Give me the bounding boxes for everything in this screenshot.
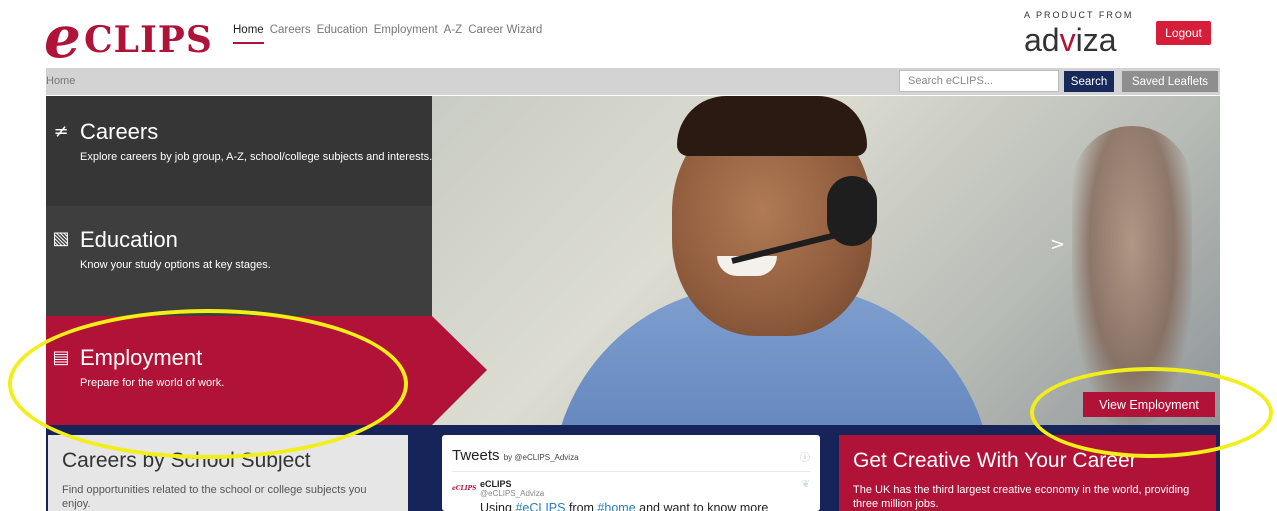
get-creative-card[interactable]: Get Creative With Your Career The UK has… [839, 435, 1216, 511]
info-icon[interactable]: ⓘ [800, 449, 810, 464]
tweets-widget: Tweets by @eCLIPS_Adviza ⓘ eCLIPS eCLIPS… [442, 435, 820, 511]
book-icon: ▧ [52, 228, 70, 249]
breadcrumb-home[interactable]: Home [46, 75, 75, 87]
logo-mark: e [44, 3, 81, 71]
signpost-icon: ≠ [53, 121, 69, 142]
breadcrumb-bar: Home Search Saved Leaflets [46, 68, 1220, 95]
tweet-hashtag-home[interactable]: #home [597, 501, 635, 511]
tweet-avatar[interactable]: eCLIPS [452, 485, 476, 492]
eclips-logo[interactable]: e CLIPS [44, 3, 224, 71]
tweets-header: Tweets by @eCLIPS_Adviza [452, 447, 579, 464]
tweet-text: Using #eCLIPS from #home and want to kno… [480, 501, 768, 511]
hero-carousel: > ≠ Careers Explore careers by job group… [46, 96, 1220, 425]
panel-employment-desc: Prepare for the world of work. [80, 377, 225, 389]
page: e CLIPS Home Careers Education Employmen… [0, 0, 1277, 511]
logo-text: CLIPS [84, 19, 213, 61]
nav-a-z[interactable]: A-Z [444, 24, 463, 44]
view-employment-button[interactable]: View Employment [1083, 392, 1215, 417]
tweet-author-handle[interactable]: @eCLIPS_Adviza [480, 489, 544, 498]
tweets-divider [452, 471, 810, 472]
tweet-text-pre: Using [480, 501, 516, 511]
panel-education-desc: Know your study options at key stages. [80, 259, 271, 271]
nav-career-wizard[interactable]: Career Wizard [468, 24, 542, 44]
tweet-hashtag-eclips[interactable]: #eCLIPS [515, 501, 565, 511]
tweet-text-mid: from [565, 501, 598, 511]
search-button[interactable]: Search [1064, 71, 1114, 92]
hero-panel-careers[interactable]: ≠ Careers Explore careers by job group, … [46, 96, 432, 206]
creative-card-title: Get Creative With Your Career [853, 449, 1137, 472]
logout-button[interactable]: Logout [1156, 21, 1211, 45]
tweet-text-post: and want to know more [635, 501, 769, 511]
nav-employment[interactable]: Employment [374, 24, 438, 44]
top-nav: Home Careers Education Employment A-Z Ca… [233, 24, 542, 44]
nav-careers[interactable]: Careers [270, 24, 311, 44]
search-input[interactable] [899, 70, 1059, 92]
product-from-label: A PRODUCT FROM [1024, 10, 1134, 20]
content-band: Careers by School Subject Find opportuni… [46, 425, 1220, 511]
photo-hair [677, 96, 867, 156]
panel-careers-title: Careers [80, 119, 159, 144]
active-panel-arrow [432, 316, 487, 425]
nav-home[interactable]: Home [233, 24, 264, 44]
panel-careers-desc: Explore careers by job group, A-Z, schoo… [80, 151, 433, 163]
bird-icon[interactable]: ❦ [802, 479, 810, 490]
nav-education[interactable]: Education [317, 24, 368, 44]
tweets-by[interactable]: by @eCLIPS_Adviza [504, 453, 579, 462]
hero-panel-employment[interactable]: ▤ Employment Prepare for the world of wo… [46, 316, 432, 425]
creative-card-desc: The UK has the third largest creative ec… [853, 484, 1190, 510]
adviza-logo-v: v [1059, 22, 1076, 58]
tweets-title: Tweets [452, 447, 500, 464]
saved-leaflets-button[interactable]: Saved Leaflets [1122, 71, 1218, 92]
hero-panel-education[interactable]: ▧ Education Know your study options at k… [46, 206, 432, 316]
panel-employment-title: Employment [80, 345, 203, 370]
subject-card-desc: Find opportunities related to the school… [62, 484, 367, 510]
briefcase-icon: ▤ [52, 347, 70, 368]
careers-by-subject-card[interactable]: Careers by School Subject Find opportuni… [48, 435, 408, 511]
adviza-logo-post: iza [1075, 22, 1117, 58]
adviza-logo: adviza [1024, 20, 1117, 60]
subject-card-title: Careers by School Subject [62, 449, 311, 472]
adviza-logo-pre: ad [1024, 22, 1060, 58]
panel-education-title: Education [80, 227, 178, 252]
next-slide-icon[interactable]: > [1050, 234, 1065, 255]
tweet-author-name[interactable]: eCLIPS [480, 479, 512, 489]
background-person [1072, 126, 1192, 425]
hero-photo: > [432, 96, 1220, 425]
